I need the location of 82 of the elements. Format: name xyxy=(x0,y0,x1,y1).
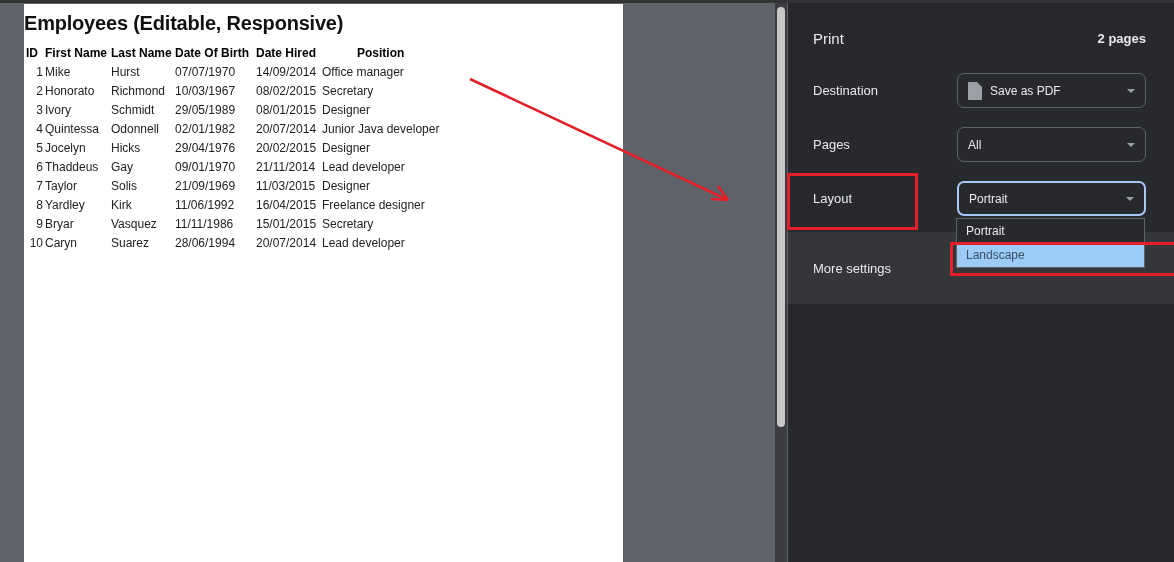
table-cell-text: Odonnell xyxy=(110,120,161,138)
table-cell-text: 11/11/1986 xyxy=(174,215,235,233)
table-cell-text: 10/03/1967 xyxy=(174,82,237,100)
table-cell-text: 16/04/2015 xyxy=(255,196,318,214)
table-cell-text: 15/01/2015 xyxy=(255,215,318,233)
table-cell-text: 08/01/2015 xyxy=(255,101,318,119)
table-cell-text: 08/02/2015 xyxy=(255,82,318,100)
scrollbar[interactable] xyxy=(775,3,787,562)
table-cell-text: 29/05/1989 xyxy=(174,101,237,119)
table-cell-text: 11/06/1992 xyxy=(174,196,236,214)
table-cell: Ivory xyxy=(43,100,109,119)
table-cell-text: Vasquez xyxy=(110,215,158,233)
page-title: Employees (Editable, Responsive) xyxy=(24,12,345,35)
setting-select[interactable]: Portrait xyxy=(957,181,1146,216)
caret-icon xyxy=(1127,88,1135,93)
table-cell: Thaddeus xyxy=(43,157,109,176)
table-cell: Caryn xyxy=(43,233,109,252)
table-cell-text: 20/07/2014 xyxy=(255,120,318,138)
table-cell-text: 4 xyxy=(35,120,43,138)
caret-icon xyxy=(1126,196,1134,201)
table-cell-text: 21/11/2014 xyxy=(255,158,317,176)
table-cell-text: 02/01/1982 xyxy=(174,120,237,138)
table-cell-text: 10 xyxy=(28,234,43,252)
table-cell-text: 11/03/2015 xyxy=(255,177,317,195)
column-header: First Name xyxy=(44,45,109,62)
setting-select[interactable]: Save as PDF xyxy=(957,73,1146,108)
print-title: Print xyxy=(813,29,844,47)
dropdown-option[interactable]: Landscape xyxy=(957,243,1144,267)
page-count: 2 pages xyxy=(1097,30,1146,46)
column-header: Date Hired xyxy=(255,45,318,62)
table-cell: Honorato xyxy=(43,81,109,100)
table-cell: Mike xyxy=(43,62,109,81)
table-cell: Taylor xyxy=(43,176,109,195)
column-header: ID xyxy=(25,45,39,62)
table-cell-text: 21/09/1969 xyxy=(174,177,237,195)
table-cell-text: Gay xyxy=(110,158,134,176)
table-cell-text: Office manager xyxy=(321,63,405,81)
table-cell-text: 2 xyxy=(35,82,43,100)
table-cell: Bryar xyxy=(43,214,109,233)
table-cell-text: 7 xyxy=(35,177,43,195)
table-cell-text: Designer xyxy=(321,177,372,195)
table-cell-text: 29/04/1976 xyxy=(174,139,237,157)
table-cell-text: Hicks xyxy=(110,139,142,157)
table-cell-text: Hurst xyxy=(110,63,141,81)
table-cell-text: 3 xyxy=(35,101,43,119)
setting-label: Pages xyxy=(813,137,850,152)
table-cell-text: Lead developer xyxy=(321,158,406,176)
scrollbar-thumb[interactable] xyxy=(777,7,785,427)
table-cell: Quintessa xyxy=(43,119,109,138)
table-cell-text: Designer xyxy=(321,139,372,157)
table-cell-text: Junior Java developer xyxy=(321,120,440,138)
column-header: Date Of Birth xyxy=(174,45,250,62)
caret-icon xyxy=(1127,142,1135,147)
table-cell-text: 6 xyxy=(35,158,43,176)
column-header: Last Name xyxy=(110,45,173,62)
table-cell-text: 20/02/2015 xyxy=(255,139,318,157)
column-header: Position xyxy=(356,45,406,62)
file-icon xyxy=(968,81,982,100)
table-cell-text: 9 xyxy=(35,215,43,233)
table-cell-text: Secretary xyxy=(321,215,375,233)
table-cell-text: Secretary xyxy=(321,82,375,100)
setting-label: Destination xyxy=(813,83,879,98)
table-cell-text: 14/09/2014 xyxy=(255,63,318,81)
table-cell-text: Kirk xyxy=(110,196,133,214)
table-cell: Yardley xyxy=(43,195,109,214)
table-cell-text: 1 xyxy=(35,63,43,81)
table-cell-text: Solis xyxy=(110,177,138,195)
table-cell-text: 09/01/1970 xyxy=(174,158,237,176)
table-cell-text: 20/07/2014 xyxy=(255,234,318,252)
table-cell: Jocelyn xyxy=(43,138,109,157)
table-cell-text: Schmidt xyxy=(110,101,156,119)
table-cell-text: Richmond xyxy=(110,82,167,100)
table-cell-text: Suarez xyxy=(110,234,151,252)
setting-label: Layout xyxy=(813,191,853,206)
table-cell-text: Freelance designer xyxy=(321,196,426,214)
table-cell-text: Lead developer xyxy=(321,234,406,252)
table-cell-text: 07/07/1970 xyxy=(174,63,237,81)
setting-select[interactable]: All xyxy=(957,127,1146,162)
table-cell-text: 28/06/1994 xyxy=(174,234,237,252)
table-cell-text: Designer xyxy=(321,101,372,119)
table-cell-text: 5 xyxy=(35,139,43,157)
table-cell-text: 8 xyxy=(35,196,43,214)
